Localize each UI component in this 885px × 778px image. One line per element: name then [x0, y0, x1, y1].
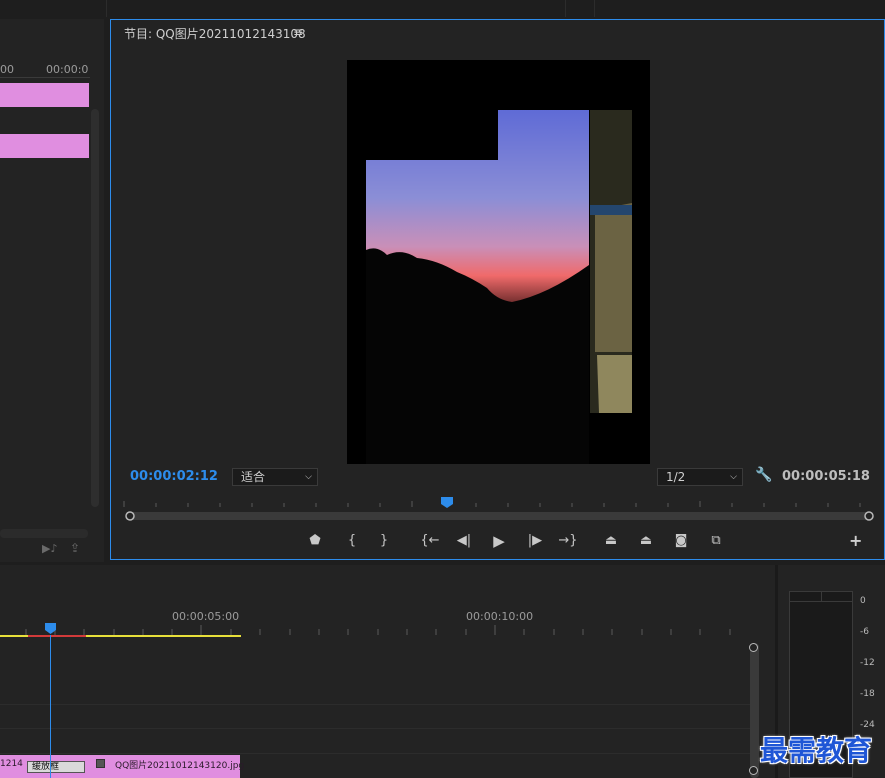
scroll-handle-bottom[interactable] [749, 766, 758, 775]
timeline-vertical-scrollbar[interactable] [750, 643, 759, 778]
mark-out-icon[interactable]: } [374, 532, 394, 550]
timeline-playhead-line [50, 635, 51, 778]
tooltip: 缓放框 [27, 761, 85, 773]
add-button[interactable]: + [849, 531, 862, 550]
program-time-ruler[interactable] [120, 495, 880, 525]
meter-label: 0 [860, 596, 866, 606]
export-icon[interactable]: ⇪ [70, 541, 80, 555]
fx-icon [96, 759, 105, 768]
extract-icon[interactable]: ⏏ [636, 532, 656, 550]
go-to-out-icon[interactable]: →} [558, 532, 578, 550]
panel-divider [565, 0, 566, 17]
zoom-select-value: 适合 [241, 470, 266, 484]
meter-divider [821, 591, 822, 601]
clip-left-label: 1214 [0, 759, 23, 769]
duration-timecode: 00:00:05:18 [782, 469, 870, 484]
horizontal-scrollbar[interactable] [0, 529, 88, 538]
meter-label: -12 [860, 658, 875, 668]
zoom-select[interactable]: 适合 ⌵ [232, 468, 318, 486]
play-icon[interactable]: ▶ [489, 532, 509, 550]
video-preview [347, 60, 650, 464]
mark-in-icon[interactable]: { [342, 532, 362, 550]
insert-icon[interactable]: ▶♪ [42, 542, 57, 555]
scroll-handle-top[interactable] [749, 643, 758, 652]
marker-icon[interactable]: ⬟ [305, 532, 325, 550]
camera-icon[interactable]: ◙ [671, 532, 691, 550]
panel-divider [106, 0, 107, 17]
ruler-label: 00:00:0 [46, 63, 89, 76]
resolution-select-value: 1/2 [666, 470, 686, 484]
panel-divider [594, 0, 595, 17]
timeline-ruler[interactable] [0, 623, 750, 637]
comparison-icon[interactable]: ⧉ [706, 532, 726, 550]
render-bar [28, 635, 86, 637]
current-timecode[interactable]: 00:00:02:12 [130, 469, 218, 484]
zoom-scrollbar[interactable] [128, 512, 870, 520]
top-panel-strip [0, 0, 885, 17]
left-panel: 00 00:00:0 ▶♪ ⇪ [0, 19, 104, 562]
meter-divider [789, 601, 853, 602]
ruler-label: 00 [0, 63, 14, 76]
wrench-icon[interactable]: 🔧 [755, 467, 772, 483]
step-back-icon[interactable]: ◀| [454, 532, 474, 550]
resolution-select[interactable]: 1/2 ⌵ [657, 468, 743, 486]
playhead-icon[interactable] [44, 623, 57, 635]
watermark: 最需教育 [760, 734, 873, 767]
track-divider [0, 728, 750, 729]
hamburger-icon[interactable]: ≡ [293, 25, 303, 39]
clip-block[interactable] [0, 134, 89, 158]
meter-label: -6 [860, 627, 869, 637]
ruler-label: 00:00:05:00 [172, 610, 240, 623]
vertical-scrollbar[interactable] [91, 109, 99, 507]
meter-label: -18 [860, 689, 875, 699]
ruler-label: 00:00:10:00 [466, 610, 534, 623]
track-divider [0, 704, 750, 705]
go-to-in-icon[interactable]: {← [420, 532, 440, 550]
transport-controls: ⬟ { } {← ◀| ▶ |▶ →} ⏏ ⏏ ◙ ⧉ [305, 532, 725, 550]
chevron-down-icon: ⌵ [305, 472, 312, 482]
timeline-panel: 00:00:05:00 00:00:10:00 1214 缓放框 QQ图片202… [0, 565, 775, 778]
panel-title[interactable]: 节目: QQ图片20211012143108 [124, 25, 306, 42]
lift-icon[interactable]: ⏏ [601, 532, 621, 550]
playhead-icon[interactable] [441, 497, 453, 508]
clip-block[interactable] [0, 83, 89, 107]
step-forward-icon[interactable]: |▶ [525, 532, 545, 550]
sunset-photo [366, 110, 632, 464]
chevron-down-icon: ⌵ [730, 472, 737, 482]
clip-name: QQ图片20211012143120.jpg [115, 761, 245, 771]
track-divider [0, 753, 750, 754]
ruler-line [0, 77, 90, 78]
